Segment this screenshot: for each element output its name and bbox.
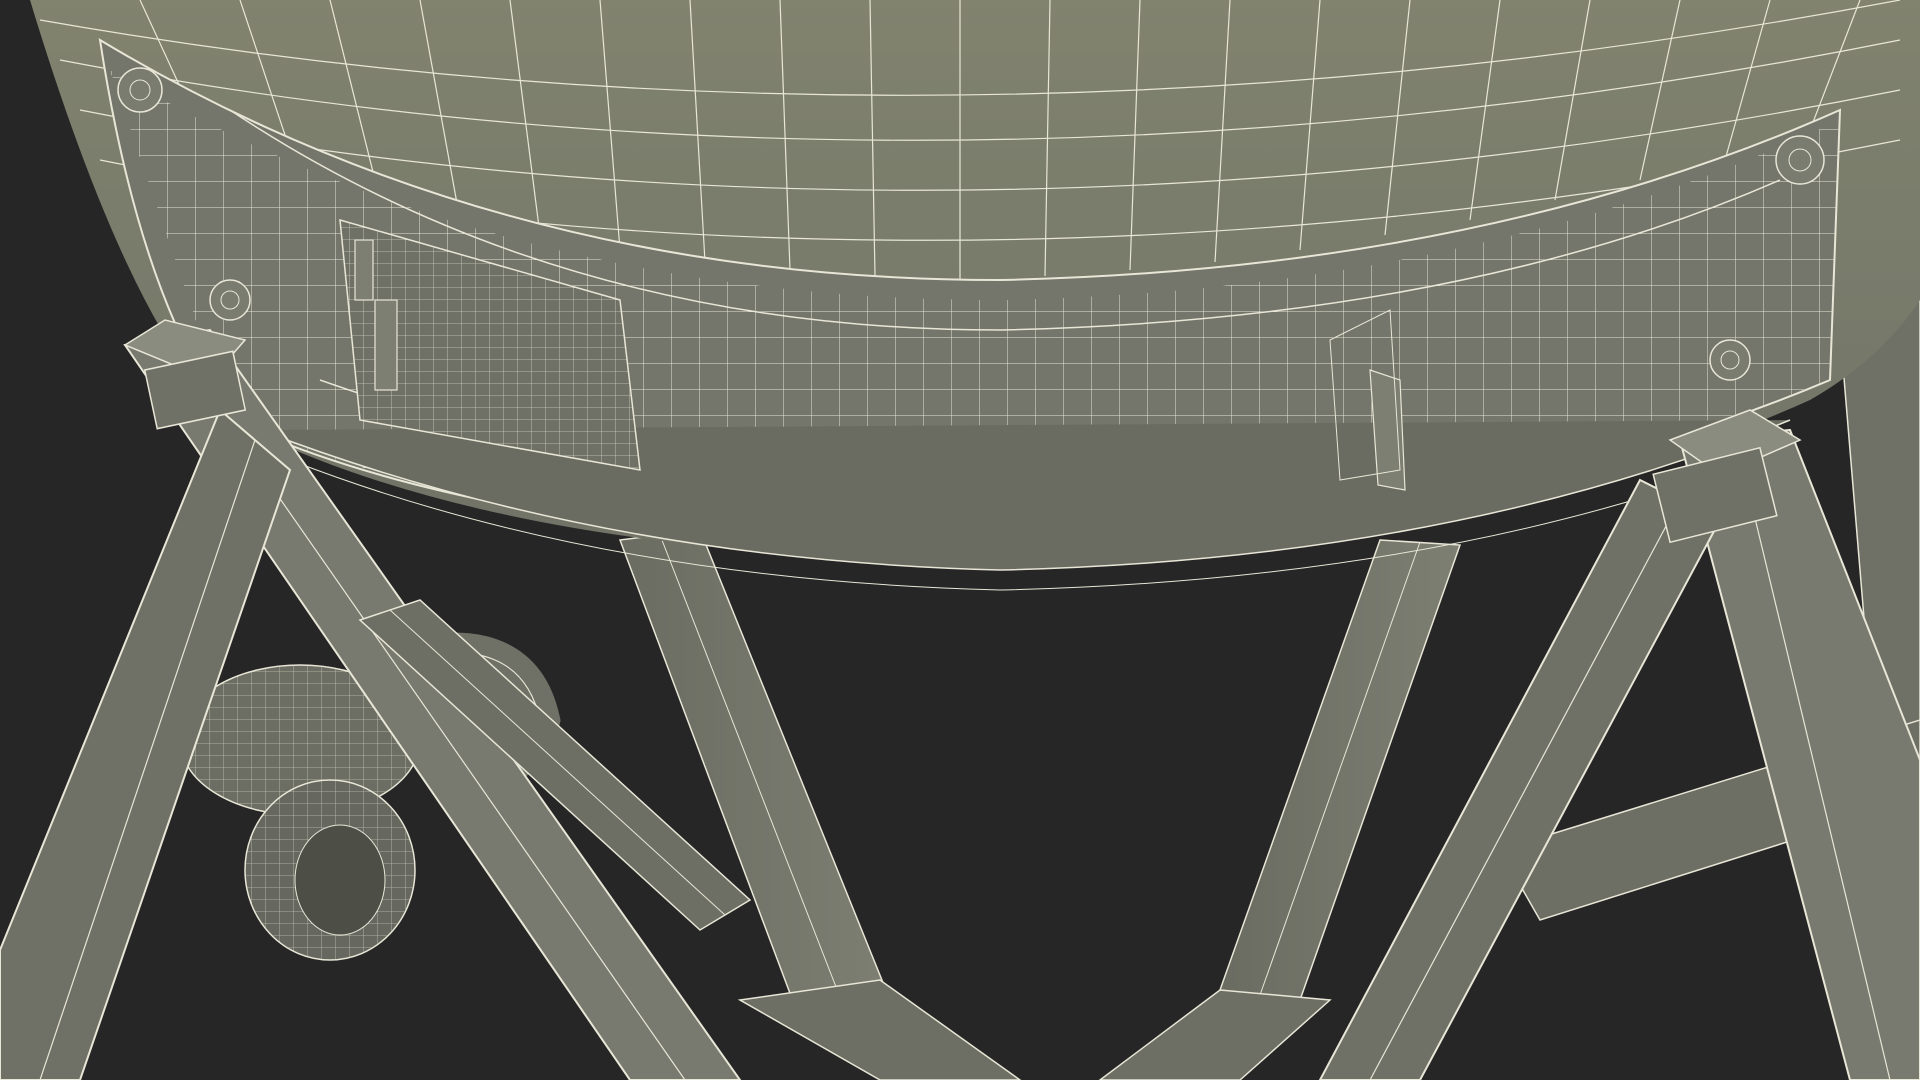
bolt-top-left bbox=[117, 67, 163, 113]
bolt-top-right bbox=[1775, 135, 1825, 185]
bolt-mid-left bbox=[209, 279, 251, 321]
rear-leg-center bbox=[618, 529, 892, 1021]
wireframe-render bbox=[0, 0, 1920, 1080]
bolt-mid-right bbox=[1709, 339, 1751, 381]
3d-viewport[interactable] bbox=[0, 0, 1920, 1080]
